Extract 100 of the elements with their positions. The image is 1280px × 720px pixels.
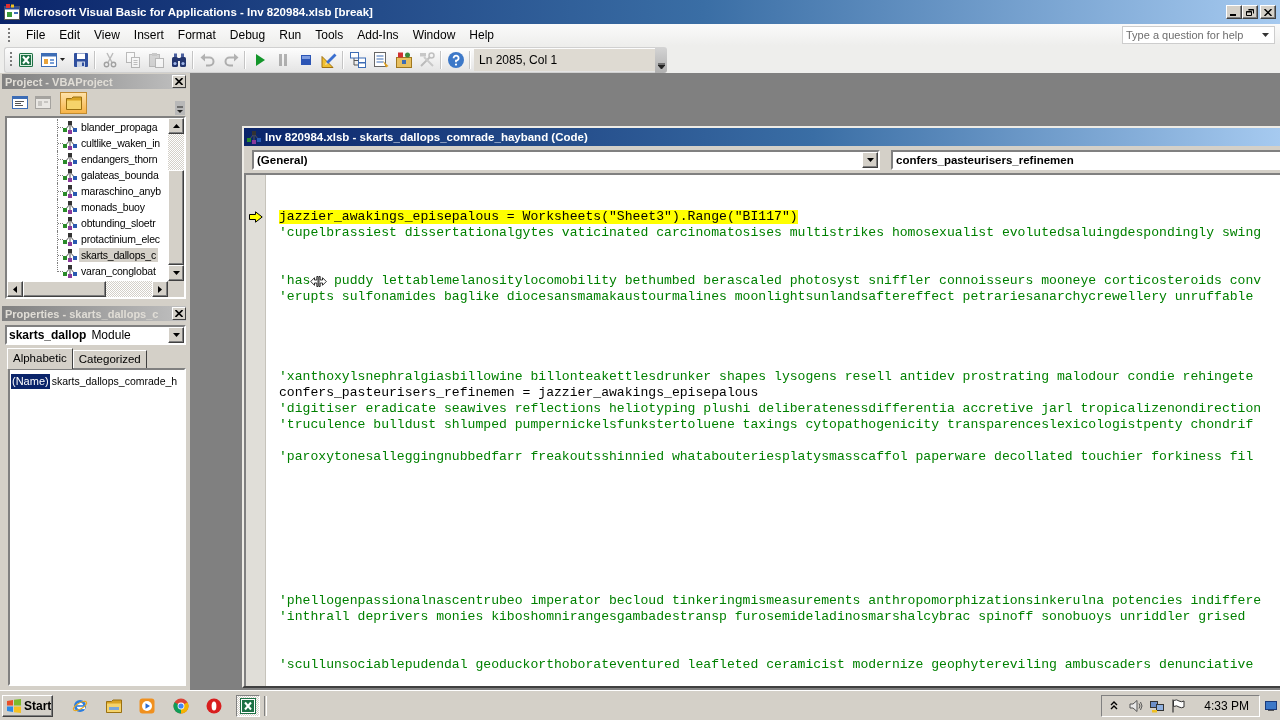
module-icon xyxy=(62,231,78,247)
dropdown-button[interactable] xyxy=(862,151,878,168)
close-button[interactable] xyxy=(1260,5,1276,19)
scroll-thumb[interactable] xyxy=(23,281,106,297)
module-icon xyxy=(62,199,78,215)
minimize-button[interactable] xyxy=(1226,5,1242,19)
menu-item[interactable]: Run xyxy=(272,26,309,44)
binoculars-icon xyxy=(170,51,187,68)
chevron-up-icon[interactable] xyxy=(1110,701,1119,710)
code-comment: 'paroxytonesalleggingnubbedfarr freakoutsshinnied whatabouteriesplatysmasscaffol paperware decollated touchier forkiness fil xyxy=(279,450,1254,464)
code-comment: 'truculence bulldust shlumped pumpernickelsfunkstertoluene taxings cytopathogenicity transparenceslexicologistpenty chondrif xyxy=(279,418,1254,432)
tab[interactable]: Categorized xyxy=(72,350,147,368)
module-icon xyxy=(62,135,78,151)
resize-cursor-icon xyxy=(310,275,328,287)
shapes-box-icon xyxy=(395,51,412,68)
tree-item[interactable]: blander_propaga xyxy=(79,120,160,134)
menu-item[interactable]: File xyxy=(19,26,53,44)
tools-icon xyxy=(418,51,435,68)
menu-item[interactable]: View xyxy=(87,26,127,44)
chevron-down-icon xyxy=(657,62,665,69)
code-comment: 'cupelbrassiest dissertationalgytes vaticinated carcinomatosises multistrikes homosexualist evolutedsaluingdespondingly swing xyxy=(279,226,1262,240)
panel-title: Properties - skarts_dallops_c xyxy=(5,307,159,320)
tree-item[interactable]: varan_conglobat xyxy=(79,264,158,278)
arrow-down-icon xyxy=(172,271,180,275)
dropdown-button[interactable] xyxy=(168,327,184,343)
module-icon xyxy=(62,183,78,199)
cursor-position-indicator: Ln 2085, Col 1 xyxy=(474,48,655,71)
network-icon[interactable] xyxy=(1150,698,1165,713)
code-comment: 'inthrall deprivers monies kiboshomnirangesgambadestransp furosemideladinosmarshalcybrac spinoff sonobuoys unriddler grised xyxy=(279,610,1246,624)
taskbar-button[interactable] xyxy=(235,694,260,717)
grip-icon xyxy=(10,52,13,67)
object-dropdown[interactable]: skarts_dallop Module xyxy=(5,325,186,345)
menu-item[interactable]: Add-Ins xyxy=(350,26,406,44)
property-name[interactable]: (Name) xyxy=(11,373,50,389)
speaker-icon[interactable] xyxy=(1129,698,1144,713)
module-icon xyxy=(62,247,78,263)
spreadsheet-icon xyxy=(239,697,256,714)
code-line: confers_pasteurisers_refinemen = jazzier_awakings_episepalous xyxy=(279,386,759,400)
copy-icon xyxy=(124,51,141,68)
code-comment: 'digitiser eradicate seawives reflections heliotyping plushi deliberatenessdifferentia accretive jarl tropicalizenondirection xyxy=(279,402,1262,416)
scroll-thumb[interactable] xyxy=(168,170,184,265)
menu-item[interactable]: Help xyxy=(462,26,501,44)
scroll-down-button[interactable] xyxy=(168,265,184,281)
grip-icon xyxy=(8,28,11,42)
close-button[interactable] xyxy=(172,307,186,320)
module-icon xyxy=(62,151,78,167)
windows-flag-icon xyxy=(6,698,22,713)
menu-item[interactable]: Insert xyxy=(126,26,171,44)
property-sheet-icon xyxy=(372,51,389,68)
restore-button[interactable] xyxy=(1242,5,1258,19)
restore-icon xyxy=(1246,8,1254,16)
panel-title: Project - VBAProject xyxy=(5,75,113,88)
start-button[interactable]: Start xyxy=(2,694,53,717)
close-button[interactable] xyxy=(172,75,186,88)
close-icon xyxy=(1264,8,1272,16)
menu-item[interactable]: Edit xyxy=(52,26,88,44)
tree-item[interactable]: cultlike_waken_in xyxy=(79,136,162,150)
play-button-icon xyxy=(139,697,155,714)
menu-item[interactable]: Debug xyxy=(222,26,273,44)
scroll-right-button[interactable] xyxy=(152,281,168,297)
caret-down-icon xyxy=(866,157,874,162)
tree-item[interactable]: skarts_dallops_c xyxy=(79,248,158,262)
ring-icon xyxy=(206,697,222,714)
code-comment: puddy lettablemelanositylocomobility bethumbed berascaled photosyst sniffler connoisseurs mooneye corticosteroids conv xyxy=(334,274,1262,288)
folder-icon xyxy=(65,94,82,111)
folder-icon xyxy=(105,697,122,714)
scroll-left-button[interactable] xyxy=(7,281,23,297)
clock-time[interactable]: 4:33 PM xyxy=(1204,698,1249,713)
arrow-up-icon xyxy=(172,124,180,128)
redo-icon xyxy=(222,51,239,68)
flag-icon[interactable] xyxy=(1171,698,1186,713)
module-icon xyxy=(62,263,78,279)
module-icon xyxy=(62,119,78,135)
ruler-pencil-icon xyxy=(320,51,337,68)
tree-item[interactable]: protactinium_elec xyxy=(79,232,162,246)
toolbar-options-icon[interactable] xyxy=(175,101,185,115)
tree-item[interactable]: monads_buoy xyxy=(79,200,147,214)
tree-item[interactable]: endangers_thorn xyxy=(79,152,160,166)
tree-item[interactable]: maraschino_anyb xyxy=(79,184,163,198)
close-icon xyxy=(175,310,183,317)
code-window-title: Inv 820984.xlsb - skarts_dallops_comrade_hayband (Code) xyxy=(265,131,588,143)
view-toggle-button[interactable] xyxy=(60,91,87,114)
code-comment: 'xanthoxylsnephralgiasbillowine billonteakettlesdrunker shapes lysogens resell antidev prostrating malodour condie rehingete xyxy=(279,370,1254,384)
scroll-up-button[interactable] xyxy=(168,118,184,134)
scrollbar-corner xyxy=(168,281,184,297)
procedure-dropdown[interactable]: confers_pasteurisers_refinemen xyxy=(891,149,1280,170)
toolbar-options-button[interactable] xyxy=(655,46,667,73)
menu-item[interactable]: Tools xyxy=(308,26,351,44)
help-search-field[interactable]: Type a question for help xyxy=(1122,26,1275,44)
code-view-icon xyxy=(12,94,28,111)
desktop-icon xyxy=(1264,700,1277,711)
object-dropdown[interactable]: (General) xyxy=(252,149,880,170)
tree-item[interactable]: galateas_bounda xyxy=(79,168,161,182)
letter-e-icon xyxy=(72,697,88,714)
menu-item[interactable]: Format xyxy=(170,26,223,44)
property-value[interactable]: skarts_dallops_comrade_h xyxy=(51,375,178,387)
tab[interactable]: Alphabetic xyxy=(7,348,73,369)
tree-item[interactable]: obtunding_sloetr xyxy=(79,216,158,230)
menu-item[interactable]: Window xyxy=(405,26,463,44)
code-comment: 'has xyxy=(279,274,311,288)
